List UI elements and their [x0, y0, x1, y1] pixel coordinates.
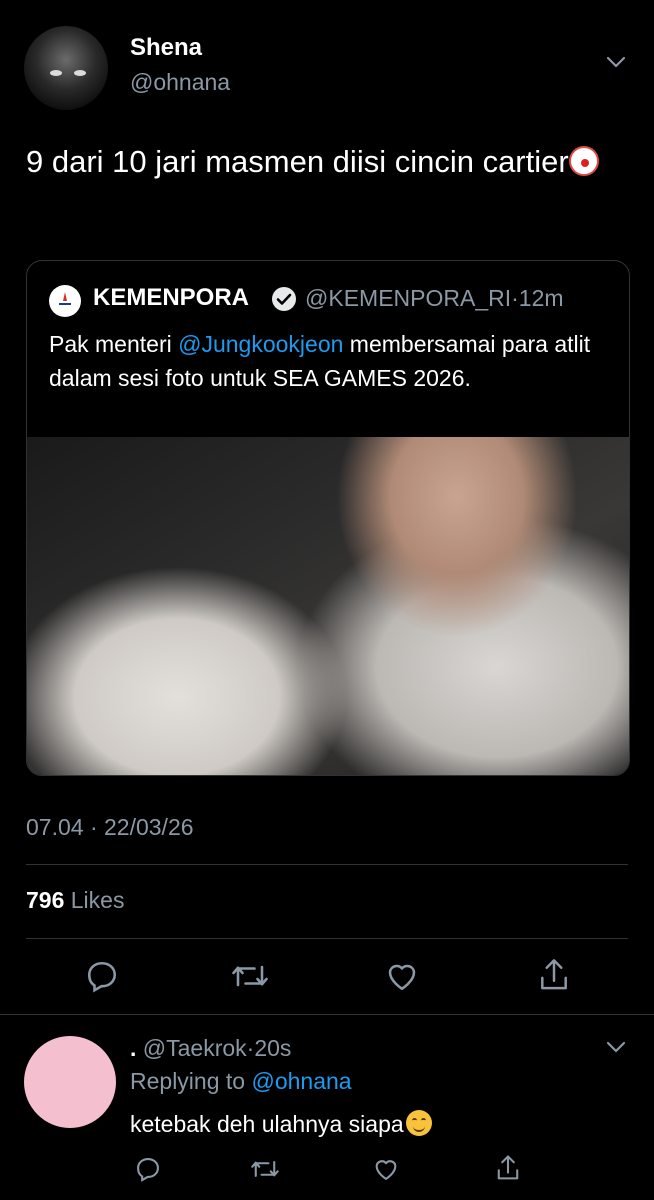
meta-separator: ·	[511, 285, 519, 311]
divider	[26, 864, 628, 865]
avatar-eye	[50, 70, 62, 76]
quote-author-name[interactable]: KEMENPORA	[93, 284, 249, 312]
quote-author-handle[interactable]: @KEMENPORA_RI	[305, 285, 511, 311]
reply-icon[interactable]	[84, 958, 120, 994]
tweet-text: 9 dari 10 jari masmen diisi cincin carti…	[26, 140, 626, 184]
quote-text-part: Pak menteri	[49, 331, 179, 357]
reply-avatar[interactable]	[24, 1036, 116, 1128]
kemenpora-logo	[49, 285, 81, 317]
share-icon[interactable]	[494, 1153, 522, 1183]
tweet-body: 9 dari 10 jari masmen diisi cincin carti…	[26, 144, 569, 179]
verified-badge-icon	[272, 287, 296, 311]
reply-header: . @Taekrok·20s	[130, 1035, 291, 1062]
quoted-tweet[interactable]: KEMENPORA @KEMENPORA_RI·12m Pak menteri …	[26, 260, 630, 776]
replying-to-link[interactable]: @ohnana	[251, 1068, 351, 1094]
reply-icon[interactable]	[134, 1155, 162, 1183]
heart-icon[interactable]	[384, 958, 420, 994]
author-name[interactable]: Shena	[130, 34, 202, 62]
logo-mark-icon	[59, 292, 71, 305]
reply-body: ketebak deh ulahnya siapa	[130, 1111, 404, 1137]
likes-label: Likes	[70, 887, 125, 913]
tweet-timestamp: 07.04 · 22/03/26	[26, 814, 194, 840]
avatar-eye	[74, 70, 86, 76]
reply-text: ketebak deh ulahnya siapa	[130, 1110, 432, 1138]
retweet-icon[interactable]	[230, 958, 270, 994]
author-handle[interactable]: @ohnana	[130, 69, 230, 96]
retweet-icon[interactable]	[250, 1155, 280, 1183]
clown-emoji-icon	[568, 146, 599, 176]
divider	[26, 938, 628, 939]
chevron-down-icon[interactable]	[606, 55, 626, 69]
replying-label: Replying to	[130, 1068, 246, 1094]
heart-icon[interactable]	[372, 1155, 400, 1183]
likes-count[interactable]: 796 Likes	[26, 887, 124, 914]
reply-author-name[interactable]: .	[130, 1035, 136, 1061]
quote-photo[interactable]	[27, 437, 629, 775]
quote-meta: @KEMENPORA_RI·12m	[305, 285, 564, 312]
likes-number: 796	[26, 887, 65, 913]
quote-time: 12m	[518, 285, 564, 311]
chevron-down-icon[interactable]	[606, 1040, 626, 1054]
quote-text: Pak menteri @Jungkookjeon membersamai pa…	[49, 327, 609, 395]
share-icon[interactable]	[536, 956, 572, 994]
author-avatar[interactable]	[24, 26, 108, 110]
replying-to: Replying to @ohnana	[130, 1068, 352, 1095]
divider	[0, 1014, 654, 1015]
reply-author-handle[interactable]: @Taekrok	[143, 1035, 247, 1061]
reply-time: 20s	[254, 1035, 292, 1061]
smile-emoji-icon	[405, 1110, 432, 1136]
quote-mention-link[interactable]: @Jungkookjeon	[178, 331, 343, 357]
